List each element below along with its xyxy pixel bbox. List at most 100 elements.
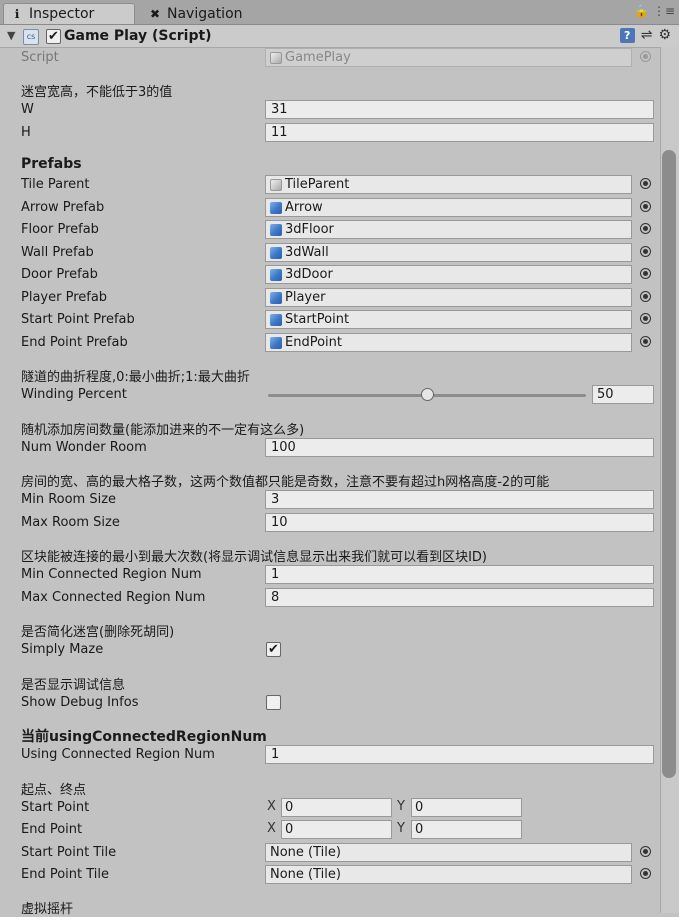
start-y-label: Y bbox=[397, 799, 405, 814]
prefab-value: EndPoint bbox=[285, 334, 342, 350]
winding-row: Winding Percent 50 bbox=[0, 385, 660, 406]
prefab-value: Player bbox=[285, 289, 326, 305]
prefab-field[interactable]: StartPoint bbox=[265, 310, 632, 329]
min-connected-region-row: Min Connected Region Num 1 bbox=[0, 565, 660, 586]
prefab-field[interactable]: 3dDoor bbox=[265, 265, 632, 284]
prefab-picker-icon[interactable] bbox=[640, 178, 651, 189]
prefab-value: 3dWall bbox=[285, 244, 329, 260]
prefab-field[interactable]: Arrow bbox=[265, 198, 632, 217]
debug-header: 是否显示调试信息 bbox=[21, 678, 126, 693]
min-room-size-field[interactable]: 3 bbox=[265, 490, 654, 509]
fold-arrow-icon[interactable]: ▼ bbox=[7, 29, 15, 42]
prefab-row: Start Point Prefab StartPoint bbox=[0, 310, 660, 331]
prefab-picker-icon[interactable] bbox=[640, 313, 651, 324]
start-point-tile-field[interactable]: None (Tile) bbox=[265, 843, 632, 862]
component-title: Game Play (Script) bbox=[64, 28, 212, 44]
simply-maze-checkbox[interactable]: ✔ bbox=[266, 642, 281, 657]
max-connected-region-field[interactable]: 8 bbox=[265, 588, 654, 607]
component-tools: ? ⇌ ⚙ bbox=[619, 27, 671, 43]
show-debug-checkbox[interactable] bbox=[266, 695, 281, 710]
num-wonder-room-field[interactable]: 100 bbox=[265, 438, 654, 457]
prefab-row: Tile Parent TileParent bbox=[0, 175, 660, 196]
min-connected-region-field[interactable]: 1 bbox=[265, 565, 654, 584]
prefab-field[interactable]: 3dFloor bbox=[265, 220, 632, 239]
h-field[interactable]: 11 bbox=[265, 123, 654, 142]
prefab-icon bbox=[270, 246, 282, 259]
prefab-field[interactable]: TileParent bbox=[265, 175, 632, 194]
max-room-size-field[interactable]: 10 bbox=[265, 513, 654, 532]
prefab-picker-icon[interactable] bbox=[640, 291, 651, 302]
start-point-tile-label: Start Point Tile bbox=[21, 845, 117, 860]
w-field[interactable]: 31 bbox=[265, 100, 654, 119]
prefab-picker-icon[interactable] bbox=[640, 223, 651, 234]
end-point-tile-label: End Point Tile bbox=[21, 867, 110, 882]
prefab-icon bbox=[270, 336, 282, 349]
show-debug-row: Show Debug Infos bbox=[0, 693, 660, 714]
end-point-tile-field[interactable]: None (Tile) bbox=[265, 865, 632, 884]
script-picker-icon bbox=[640, 51, 651, 62]
winding-value-field[interactable]: 50 bbox=[592, 385, 654, 404]
prefab-field[interactable]: Player bbox=[265, 288, 632, 307]
prefab-value: 3dFloor bbox=[285, 221, 334, 237]
winding-label: Winding Percent bbox=[21, 387, 127, 402]
rooms-header: 随机添加房间数量(能添加进来的不一定有这么多) bbox=[21, 423, 305, 438]
prefab-icon bbox=[270, 201, 282, 214]
prefab-row: Arrow Prefab Arrow bbox=[0, 198, 660, 219]
end-point-tile-picker-icon[interactable] bbox=[640, 868, 651, 879]
tab-navigation[interactable]: ✖ Navigation bbox=[142, 3, 260, 24]
prefab-value: Arrow bbox=[285, 199, 323, 215]
prefab-picker-icon[interactable] bbox=[640, 246, 651, 257]
end-point-label: End Point bbox=[21, 822, 83, 837]
end-x-field[interactable]: 0 bbox=[281, 820, 392, 839]
using-region-row: Using Connected Region Num 1 bbox=[0, 745, 660, 766]
prefab-row: End Point Prefab EndPoint bbox=[0, 333, 660, 354]
num-wonder-room-row: Num Wonder Room 100 bbox=[0, 438, 660, 459]
winding-header: 隧道的曲折程度,0:最小曲折;1:最大曲折 bbox=[21, 370, 250, 385]
prefab-label: Arrow Prefab bbox=[21, 200, 105, 215]
component-header: ▼ cs ✔ Game Play (Script) ? ⇌ ⚙ bbox=[0, 25, 679, 48]
prefab-field[interactable]: 3dWall bbox=[265, 243, 632, 262]
winding-slider-thumb[interactable] bbox=[420, 388, 434, 401]
start-point-tile-picker-icon[interactable] bbox=[640, 846, 651, 857]
presets-icon[interactable]: ⇌ bbox=[641, 27, 653, 43]
using-region-field[interactable]: 1 bbox=[265, 745, 654, 764]
scrollbar-thumb[interactable] bbox=[662, 150, 676, 778]
end-x-label: X bbox=[267, 821, 276, 836]
joystick-header: 虚拟摇杆 bbox=[21, 902, 74, 917]
prefab-picker-icon[interactable] bbox=[640, 268, 651, 279]
script-icon: cs bbox=[23, 29, 39, 45]
end-point-tile-value: None (Tile) bbox=[270, 866, 341, 882]
end-y-field[interactable]: 0 bbox=[411, 820, 522, 839]
simply-maze-row: Simply Maze ✔ bbox=[0, 640, 660, 661]
component-enabled-checkbox[interactable]: ✔ bbox=[46, 29, 61, 44]
gear-icon[interactable]: ⚙ bbox=[658, 27, 671, 43]
tab-inspector[interactable]: ℹ Inspector bbox=[3, 3, 135, 24]
end-y-label: Y bbox=[397, 821, 405, 836]
start-y-field[interactable]: 0 bbox=[411, 798, 522, 817]
prefab-row: Player Prefab Player bbox=[0, 288, 660, 309]
prefab-field[interactable]: EndPoint bbox=[265, 333, 632, 352]
info-icon: ℹ bbox=[14, 7, 20, 21]
prefab-row: Wall Prefab 3dWall bbox=[0, 243, 660, 264]
prefab-row: Door Prefab 3dDoor bbox=[0, 265, 660, 286]
menu-icon[interactable]: ⋮≡ bbox=[653, 4, 675, 18]
prefab-value: StartPoint bbox=[285, 311, 350, 327]
start-x-label: X bbox=[267, 799, 276, 814]
prefab-picker-icon[interactable] bbox=[640, 336, 651, 347]
h-row: H 11 bbox=[0, 123, 660, 144]
regions-header: 区块能被连接的最小到最大次数(将显示调试信息显示出来我们就可以看到区块ID) bbox=[21, 550, 487, 565]
prefab-label: Player Prefab bbox=[21, 290, 108, 305]
script-value: GamePlay bbox=[285, 49, 351, 65]
start-x-field[interactable]: 0 bbox=[281, 798, 392, 817]
help-icon[interactable]: ? bbox=[619, 27, 635, 43]
prefab-picker-icon[interactable] bbox=[640, 201, 651, 212]
lock-icon[interactable]: 🔒 bbox=[634, 4, 649, 18]
room-size-header: 房间的宽、高的最大格子数，这两个数值都只能是奇数，注意不要有超过h网格高度-2的… bbox=[21, 475, 550, 490]
tabbar-tools: 🔒 ⋮≡ bbox=[634, 4, 675, 18]
prefab-label: Start Point Prefab bbox=[21, 312, 135, 327]
end-point-row: End Point X 0 Y 0 bbox=[0, 820, 660, 841]
prefab-value: 3dDoor bbox=[285, 266, 333, 282]
prefabs-header: Prefabs bbox=[21, 156, 82, 172]
w-label: W bbox=[21, 102, 34, 117]
script-label: Script bbox=[21, 50, 59, 65]
